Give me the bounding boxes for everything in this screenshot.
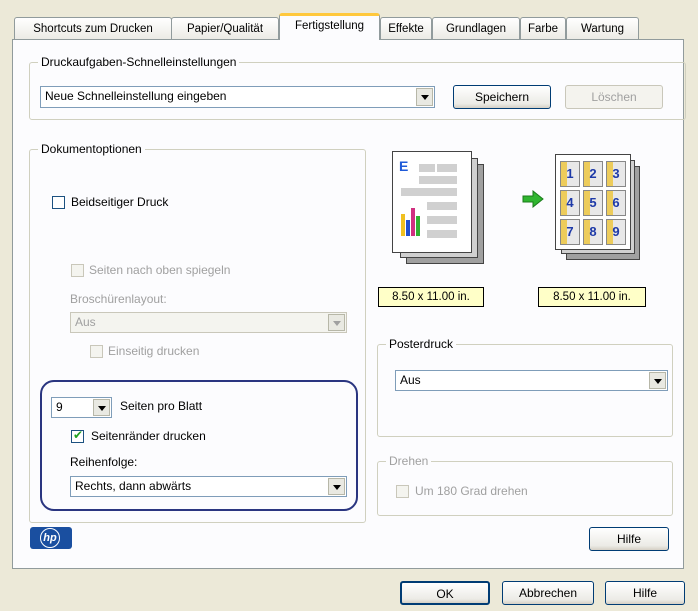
poster-combo[interactable]: Aus <box>395 370 668 391</box>
nup-cell: 6 <box>606 190 626 216</box>
page-order-value: Rechts, dann abwärts <box>75 479 192 493</box>
chevron-down-icon[interactable] <box>328 478 345 495</box>
booklet-layout-value: Aus <box>75 315 96 329</box>
chevron-down-icon[interactable] <box>416 88 433 106</box>
document-preview-icon: E <box>388 148 492 268</box>
nup-cell: 8 <box>583 219 603 245</box>
pages-per-sheet-label: Seiten pro Blatt <box>120 399 203 413</box>
nup-cell: 9 <box>606 219 626 245</box>
pages-per-sheet-combo[interactable]: 9 <box>51 397 112 418</box>
flip-pages-checkbox[interactable] <box>71 264 84 277</box>
tab-effects[interactable]: Effekte <box>380 17 432 39</box>
tab-finishing[interactable]: Fertigstellung <box>279 13 380 40</box>
nup-cell: 4 <box>560 190 580 216</box>
checkmark-icon: ✔ <box>73 428 84 442</box>
tab-basics[interactable]: Grundlagen <box>432 17 520 39</box>
rotate-label: Um 180 Grad drehen <box>415 484 528 498</box>
cancel-button[interactable]: Abbrechen <box>502 581 594 605</box>
tab-paper-quality[interactable]: Papier/Qualität <box>171 17 279 39</box>
rotate-legend: Drehen <box>386 454 432 468</box>
target-paper-size: 8.50 x 11.00 in. <box>538 287 646 307</box>
one-sided-label: Einseitig drucken <box>108 344 200 358</box>
chevron-down-icon[interactable] <box>93 399 110 416</box>
booklet-layout-label: Broschürenlayout: <box>70 292 167 306</box>
nup-cell: 2 <box>583 161 603 187</box>
delete-button[interactable]: Löschen <box>565 85 663 109</box>
poster-value: Aus <box>400 373 421 387</box>
booklet-layout-combo[interactable]: Aus <box>70 312 347 333</box>
arrow-right-icon <box>522 190 544 208</box>
save-button[interactable]: Speichern <box>453 85 551 109</box>
chevron-down-icon[interactable] <box>649 372 666 389</box>
one-sided-checkbox[interactable] <box>90 345 103 358</box>
source-paper-size: 8.50 x 11.00 in. <box>378 287 484 307</box>
print-borders-label: Seitenränder drucken <box>91 429 206 443</box>
nup-cell: 7 <box>560 219 580 245</box>
quick-settings-legend: Druckaufgaben-Schnelleinstellungen <box>38 55 240 69</box>
document-options-legend: Dokumentoptionen <box>38 142 145 156</box>
duplex-checkbox[interactable] <box>52 196 65 209</box>
nup-cell: 3 <box>606 161 626 187</box>
chevron-down-icon[interactable] <box>328 314 345 331</box>
tab-maintenance[interactable]: Wartung <box>566 17 639 39</box>
page-order-label: Reihenfolge: <box>70 455 138 469</box>
help-panel-button[interactable]: Hilfe <box>589 527 669 551</box>
nup-cell: 1 <box>560 161 580 187</box>
duplex-label: Beidseitiger Druck <box>71 195 169 209</box>
nup-cell: 5 <box>583 190 603 216</box>
pages-per-sheet-value: 9 <box>56 400 63 414</box>
nup-preview-icon: 123456789 <box>552 152 648 272</box>
tab-shortcuts[interactable]: Shortcuts zum Drucken <box>14 17 172 39</box>
poster-legend: Posterdruck <box>386 337 457 351</box>
hp-logo: hp <box>30 527 72 549</box>
flip-pages-label: Seiten nach oben spiegeln <box>89 263 231 277</box>
quick-settings-value: Neue Schnelleinstellung eingeben <box>45 89 227 103</box>
print-borders-checkbox[interactable]: ✔ <box>71 428 84 443</box>
tab-color[interactable]: Farbe <box>520 17 566 39</box>
help-button[interactable]: Hilfe <box>605 581 685 605</box>
quick-settings-combo[interactable]: Neue Schnelleinstellung eingeben <box>40 86 435 108</box>
ok-button[interactable]: OK <box>400 581 490 605</box>
page-order-combo[interactable]: Rechts, dann abwärts <box>70 476 347 497</box>
rotate-checkbox[interactable] <box>396 485 409 498</box>
